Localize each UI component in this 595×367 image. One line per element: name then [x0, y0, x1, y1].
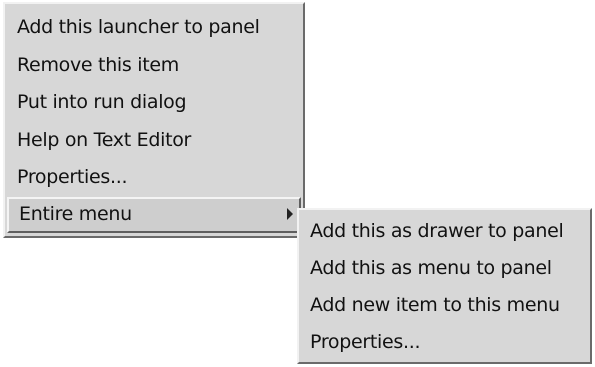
menu-item-properties[interactable]: Properties... — [5, 159, 303, 197]
submenu-item-add-as-menu[interactable]: Add this as menu to panel — [299, 250, 590, 287]
submenu-item-properties[interactable]: Properties... — [299, 324, 590, 361]
context-menu: Add this launcher to panel Remove this i… — [3, 2, 305, 238]
submenu-item-add-as-drawer[interactable]: Add this as drawer to panel — [299, 213, 590, 250]
menu-item-entire-menu[interactable]: Entire menu — [7, 196, 301, 233]
menu-item-help-on-text-editor[interactable]: Help on Text Editor — [5, 122, 303, 160]
menu-item-entire-menu-label: Entire menu — [19, 202, 132, 225]
entire-menu-submenu: Add this as drawer to panel Add this as … — [297, 208, 592, 364]
submenu-item-add-new-item[interactable]: Add new item to this menu — [299, 287, 590, 324]
menu-item-put-into-run-dialog[interactable]: Put into run dialog — [5, 84, 303, 122]
menu-item-remove-item[interactable]: Remove this item — [5, 47, 303, 85]
submenu-arrow-icon — [287, 207, 293, 220]
menu-item-add-launcher-to-panel[interactable]: Add this launcher to panel — [5, 9, 303, 47]
